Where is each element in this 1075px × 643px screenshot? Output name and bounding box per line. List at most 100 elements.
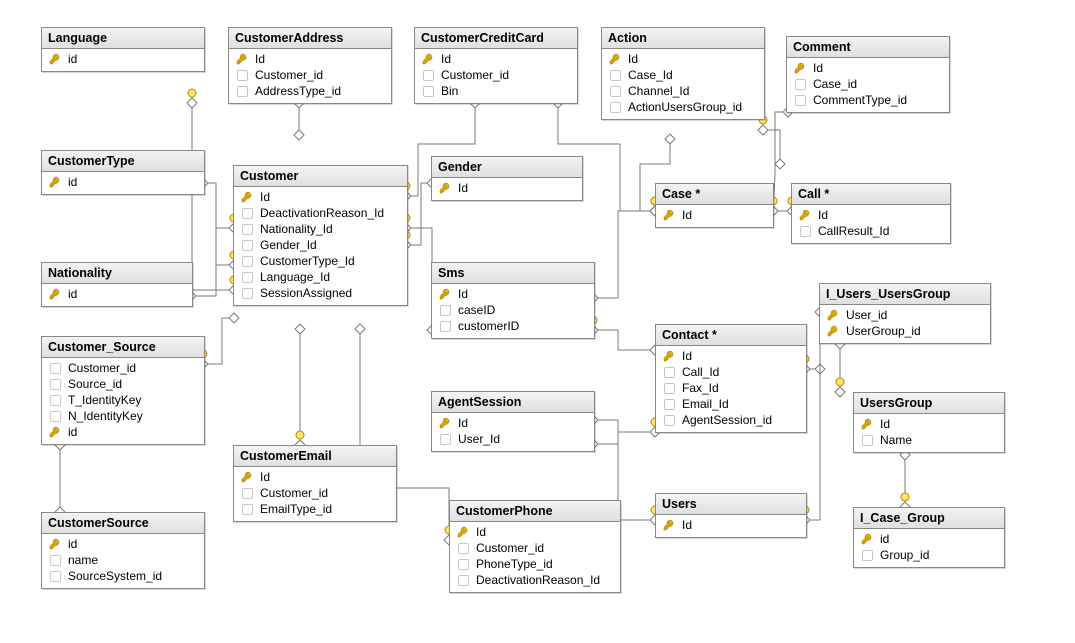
col-customer-id: Id bbox=[234, 189, 407, 205]
column-icon bbox=[664, 399, 675, 410]
col-customercreditcard-customer_id: Customer_id bbox=[415, 67, 577, 83]
column-icon bbox=[423, 70, 434, 81]
entity-users[interactable]: UsersId bbox=[655, 493, 807, 538]
col-gender-id: Id bbox=[432, 180, 582, 196]
entity-call[interactable]: Call *IdCallResult_Id bbox=[791, 183, 951, 244]
column-name: Customer_id bbox=[476, 541, 544, 555]
entity-customersource[interactable]: CustomerSourceidnameSourceSystem_id bbox=[41, 512, 205, 589]
entity-icasegroup[interactable]: I_Case_GroupidGroup_id bbox=[853, 507, 1005, 568]
col-iusersusersgroup-usergroup_id: UserGroup_id bbox=[820, 323, 990, 339]
key-icon bbox=[439, 182, 451, 194]
key-icon bbox=[861, 533, 873, 545]
entity-case[interactable]: Case *Id bbox=[655, 183, 774, 228]
column-name: Id bbox=[458, 287, 468, 301]
column-icon bbox=[440, 321, 451, 332]
column-icon bbox=[610, 86, 621, 97]
column-icon bbox=[237, 70, 248, 81]
column-icon bbox=[862, 435, 873, 446]
col-action-id: Id bbox=[602, 51, 764, 67]
entity-title-nationality: Nationality bbox=[42, 263, 192, 284]
key-icon bbox=[827, 325, 839, 337]
column-name: Id bbox=[441, 52, 451, 66]
column-name: ActionUsersGroup_id bbox=[628, 100, 742, 114]
col-icasegroup-group_id: Group_id bbox=[854, 547, 1004, 563]
column-icon bbox=[50, 555, 61, 566]
entity-customer[interactable]: Customer IdDeactivationReason_IdNationali… bbox=[233, 165, 408, 306]
entity-title-customertype: CustomerType bbox=[42, 151, 204, 172]
entity-title-language: Language bbox=[42, 28, 204, 49]
column-name: id bbox=[68, 425, 77, 439]
column-name: Language_Id bbox=[260, 270, 330, 284]
col-customeraddress-addresstype_id: AddressType_id bbox=[229, 83, 391, 99]
entity-title-contact: Contact * bbox=[656, 325, 806, 346]
column-name: Id bbox=[682, 518, 692, 532]
entity-agentsession[interactable]: AgentSessionIdUser_Id bbox=[431, 391, 595, 452]
col-sms-caseid: caseID bbox=[432, 302, 594, 318]
column-name: AgentSession_id bbox=[682, 413, 772, 427]
entity-title-customercreditcard: CustomerCreditCard bbox=[415, 28, 577, 49]
column-name: PhoneType_id bbox=[476, 557, 553, 571]
entity-title-customer: Customer bbox=[234, 166, 407, 187]
column-name: SessionAssigned bbox=[260, 286, 352, 300]
col-contact-fax_id: Fax_Id bbox=[656, 380, 806, 396]
entity-contact[interactable]: Contact *IdCall_IdFax_IdEmail_IdAgentSes… bbox=[655, 324, 807, 433]
column-name: User_Id bbox=[458, 432, 500, 446]
key-icon bbox=[663, 209, 675, 221]
col-nationality-id: id bbox=[42, 286, 192, 302]
column-icon bbox=[664, 415, 675, 426]
entity-customercreditcard[interactable]: CustomerCreditCardIdCustomer_idBin bbox=[414, 27, 578, 104]
column-icon bbox=[50, 379, 61, 390]
col-contact-email_id: Email_Id bbox=[656, 396, 806, 412]
entity-iusersusersgroup[interactable]: I_Users_UsersGroupUser_idUserGroup_id bbox=[819, 283, 991, 344]
key-icon bbox=[861, 418, 873, 430]
entity-customertype[interactable]: CustomerType id bbox=[41, 150, 205, 195]
column-icon bbox=[800, 226, 811, 237]
entity-comment[interactable]: CommentIdCase_idCommentType_id bbox=[786, 36, 950, 113]
key-icon bbox=[241, 471, 253, 483]
col-sms-id: Id bbox=[432, 286, 594, 302]
entity-customeremail[interactable]: CustomerEmailIdCustomer_idEmailType_id bbox=[233, 445, 397, 522]
entity-nationality[interactable]: Nationality id bbox=[41, 262, 193, 307]
entity-action[interactable]: ActionIdCase_IdChannel_IdActionUsersGrou… bbox=[601, 27, 765, 120]
col-action-case_id: Case_Id bbox=[602, 67, 764, 83]
col-comment-commenttype_id: CommentType_id bbox=[787, 92, 949, 108]
col-iusersusersgroup-user_id: User_id bbox=[820, 307, 990, 323]
col-customersource-id: id bbox=[42, 536, 204, 552]
entity-customeraddress[interactable]: CustomerAddressIdCustomer_idAddressType_… bbox=[228, 27, 392, 104]
entity-title-comment: Comment bbox=[787, 37, 949, 58]
col-customertype-id: id bbox=[42, 174, 204, 190]
col-customercreditcard-id: Id bbox=[415, 51, 577, 67]
col-action-channel_id: Channel_Id bbox=[602, 83, 764, 99]
column-name: SourceSystem_id bbox=[68, 569, 162, 583]
entity-customer_source[interactable]: Customer_SourceCustomer_idSource_idT_Ide… bbox=[41, 336, 205, 445]
column-icon bbox=[458, 543, 469, 554]
entity-language[interactable]: Languageid bbox=[41, 27, 205, 72]
col-contact-id: Id bbox=[656, 348, 806, 364]
col-icasegroup-id: id bbox=[854, 531, 1004, 547]
entity-gender[interactable]: GenderId bbox=[431, 156, 583, 201]
entity-sms[interactable]: Sms IdcaseIDcustomerID bbox=[431, 262, 595, 339]
key-icon bbox=[49, 53, 61, 65]
column-icon bbox=[242, 208, 253, 219]
col-customer-deactivationreason_id: DeactivationReason_Id bbox=[234, 205, 407, 221]
column-name: Customer_id bbox=[68, 361, 136, 375]
key-icon bbox=[439, 288, 451, 300]
col-customer-nationality_id: Nationality_Id bbox=[234, 221, 407, 237]
col-agentsession-id: Id bbox=[432, 415, 594, 431]
col-sms-customerid: customerID bbox=[432, 318, 594, 334]
column-name: N_IdentityKey bbox=[68, 409, 143, 423]
column-name: Email_Id bbox=[682, 397, 729, 411]
col-customer-customertype_id: CustomerType_Id bbox=[234, 253, 407, 269]
entity-usersgroup[interactable]: UsersGroupIdName bbox=[853, 392, 1005, 453]
col-customer-language_id: Language_Id bbox=[234, 269, 407, 285]
column-icon bbox=[795, 95, 806, 106]
entity-title-customeremail: CustomerEmail bbox=[234, 446, 396, 467]
column-name: Id bbox=[682, 349, 692, 363]
column-icon bbox=[50, 363, 61, 374]
column-name: CustomerType_Id bbox=[260, 254, 355, 268]
col-case-id: Id bbox=[656, 207, 773, 223]
column-name: Customer_id bbox=[441, 68, 509, 82]
entity-title-sms: Sms bbox=[432, 263, 594, 284]
entity-customerphone[interactable]: CustomerPhoneIdCustomer_idPhoneType_idDe… bbox=[449, 500, 621, 593]
entity-title-customer_source: Customer_Source bbox=[42, 337, 204, 358]
